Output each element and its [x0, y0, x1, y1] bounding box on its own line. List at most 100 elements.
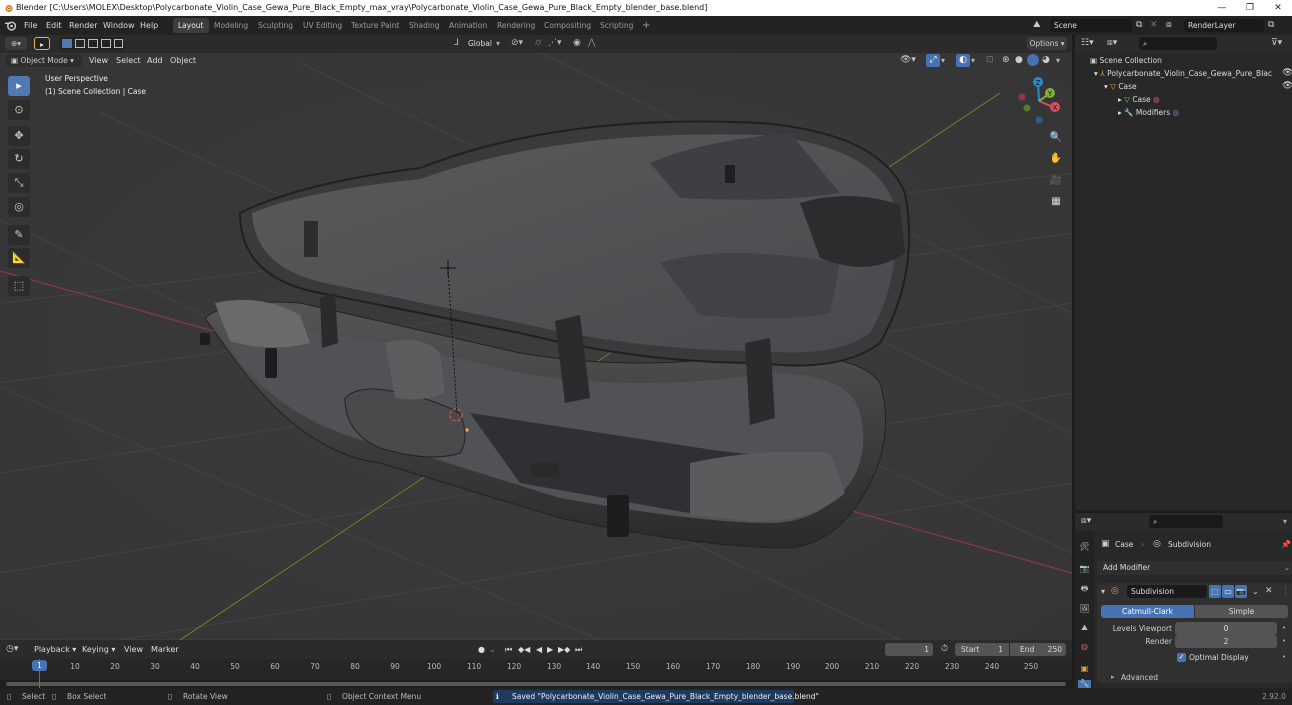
annotate-tool-icon[interactable]: ✎	[8, 225, 30, 245]
play-reverse-icon[interactable]: ◀	[536, 643, 542, 656]
advanced-subpanel[interactable]: Advanced	[1121, 671, 1158, 684]
jump-start-icon[interactable]: ⏮	[505, 643, 512, 656]
new-view-layer-icon[interactable]: ⧉	[1268, 19, 1274, 32]
perspective-toggle-icon[interactable]: ▦	[1046, 193, 1066, 211]
outliner-item-case[interactable]: ▾ ▽ Case	[1104, 80, 1137, 93]
world-tab-icon[interactable]: ◍	[1078, 640, 1091, 653]
timeline-menu-marker[interactable]: Marker	[151, 643, 179, 656]
timeline-menu-keying[interactable]: Keying ▾	[82, 643, 115, 656]
timeline-menu-view[interactable]: View	[124, 643, 143, 656]
timeline-editor-type-icon[interactable]: ◷▾	[6, 643, 18, 656]
menu-window[interactable]: Window	[103, 16, 135, 35]
material-preview-shading-icon[interactable]	[1027, 54, 1039, 66]
snap-icon[interactable]: ⌭	[535, 37, 541, 50]
camera-view-icon[interactable]: 🎥	[1046, 172, 1066, 190]
gizmo-toggle-icon[interactable]: ⤢	[926, 54, 940, 67]
add-cube-tool-icon[interactable]: ⬚	[8, 276, 30, 296]
outliner-item-polycarbonate[interactable]: ▾ ⅄ Polycarbonate_Violin_Case_Gewa_Pure_…	[1094, 67, 1292, 80]
viewport-menu-view[interactable]: View	[89, 54, 108, 67]
pin-icon[interactable]: 📌	[1281, 538, 1291, 551]
object-tab-icon[interactable]: ▣	[1078, 662, 1091, 675]
tab-rendering[interactable]: Rendering	[492, 18, 540, 33]
expand-chevron-icon[interactable]: ▸	[1111, 671, 1115, 684]
tab-animation[interactable]: Animation	[444, 18, 492, 33]
select-box-tool-icon[interactable]: ▸	[8, 76, 30, 96]
select-new-icon[interactable]	[62, 39, 72, 48]
keyframe-dot-icon[interactable]: •	[1282, 635, 1286, 648]
outliner-item-case-mesh[interactable]: ▸ ▽ Case ◍	[1118, 93, 1160, 106]
jump-end-icon[interactable]: ⏭	[575, 643, 582, 656]
visibility-eye-icon[interactable]: 👁	[1282, 80, 1292, 93]
editor-type-button[interactable]: ⊕▾	[5, 37, 27, 50]
viewport-menu-add[interactable]: Add	[147, 54, 163, 67]
preview-range-clock-icon[interactable]: ⏱	[941, 643, 948, 656]
viewport-toggle-icon[interactable]: ▭	[1222, 585, 1234, 598]
render-toggle-icon[interactable]: 📷	[1235, 585, 1247, 598]
view-layer-tab-icon[interactable]: 🖼	[1078, 602, 1091, 615]
scale-tool-icon[interactable]: ⤡	[8, 173, 30, 193]
scrollbar-thumb[interactable]	[6, 682, 1066, 686]
edit-mode-toggle-icon[interactable]: ⬚	[1209, 585, 1221, 598]
proportional-falloff-icon[interactable]: ⋀	[588, 37, 595, 50]
viewport-menu-object[interactable]: Object	[170, 54, 196, 67]
view-layer-field[interactable]: RenderLayer	[1184, 19, 1264, 32]
menu-file[interactable]: File	[24, 16, 37, 35]
new-scene-icon[interactable]: ⧉	[1136, 19, 1142, 32]
add-workspace-button[interactable]: +	[637, 18, 655, 33]
transform-tool-icon[interactable]: ◎	[8, 197, 30, 217]
start-frame-field[interactable]: Start 1	[955, 643, 1009, 656]
catmull-clark-tab[interactable]: Catmull-Clark	[1101, 605, 1194, 618]
modifier-name-field[interactable]: Subdivision	[1127, 585, 1207, 598]
properties-search-input[interactable]: ⌕	[1149, 515, 1223, 528]
scene-name-field[interactable]: Scene	[1050, 19, 1132, 32]
remove-modifier-icon[interactable]: ✕	[1265, 585, 1273, 598]
keyframe-dot-icon[interactable]: •	[1282, 651, 1286, 664]
tab-shading[interactable]: Shading	[404, 18, 444, 33]
outliner-search-input[interactable]: ⌕	[1139, 37, 1217, 50]
menu-edit[interactable]: Edit	[46, 16, 62, 35]
proportional-edit-icon[interactable]: ◉	[573, 37, 581, 50]
end-frame-field[interactable]: End 250	[1010, 643, 1066, 656]
keyframe-dot-icon[interactable]: •	[1282, 622, 1286, 635]
xray-toggle-icon[interactable]: ⊡	[986, 54, 994, 67]
overlays-toggle-icon[interactable]: ◐	[956, 54, 970, 67]
drag-handle-icon[interactable]: ⋮	[1281, 585, 1290, 598]
chevron-down-icon[interactable]: ⌄	[489, 643, 496, 656]
chevron-down-icon[interactable]: ▾	[1056, 54, 1060, 67]
render-levels-field[interactable]: 2	[1175, 635, 1277, 648]
collapse-chevron-icon[interactable]: ▾	[1101, 585, 1105, 598]
menu-render[interactable]: Render	[69, 16, 97, 35]
tab-scripting[interactable]: Scripting	[595, 18, 638, 33]
3d-viewport[interactable]: ▣ Object Mode ▾ View Select Add Object 👁…	[0, 53, 1072, 640]
solid-shading-icon[interactable]: ●	[1015, 54, 1023, 67]
chevron-down-icon[interactable]: ⌄	[1252, 585, 1259, 598]
rendered-shading-icon[interactable]: ◕	[1042, 54, 1050, 67]
viewport-menu-select[interactable]: Select	[116, 54, 141, 67]
object-mode-dropdown[interactable]: ▣ Object Mode ▾	[6, 54, 82, 67]
current-frame-field[interactable]: 1	[885, 643, 933, 656]
menu-help[interactable]: Help	[140, 16, 158, 35]
visibility-eye-icon[interactable]: 👁	[1282, 67, 1292, 80]
delete-scene-icon[interactable]: ✕	[1150, 19, 1158, 32]
filter-icon[interactable]: ⊽▾	[1271, 37, 1282, 50]
levels-viewport-field[interactable]: 0	[1175, 622, 1277, 635]
simple-tab[interactable]: Simple	[1195, 605, 1288, 618]
tool-tab-icon[interactable]: 🛠	[1078, 540, 1091, 553]
play-icon[interactable]: ▶	[547, 643, 553, 656]
display-mode-icon[interactable]: ⧈▾	[1107, 37, 1117, 50]
select-tool-icon[interactable]: ▸	[34, 37, 50, 50]
outliner-item-modifiers[interactable]: ▸ 🔧 Modifiers ◎	[1118, 106, 1179, 119]
navigation-gizmo[interactable]: Z X Y	[1013, 75, 1065, 127]
timeline-menu-playback[interactable]: Playback ▾	[34, 643, 76, 656]
tab-modeling[interactable]: Modeling	[209, 18, 253, 33]
chevron-down-icon[interactable]: ▾	[941, 54, 945, 67]
tab-texture-paint[interactable]: Texture Paint	[346, 18, 404, 33]
jump-next-keyframe-icon[interactable]: ▶◆	[558, 643, 570, 656]
tab-uv-editing[interactable]: UV Editing	[298, 18, 347, 33]
select-intersect-icon[interactable]	[114, 39, 123, 48]
add-modifier-dropdown[interactable]: Add Modifier ⌄	[1097, 561, 1292, 575]
scene-tab-icon[interactable]: ⛰	[1078, 621, 1091, 634]
jump-prev-keyframe-icon[interactable]: ◆◀	[518, 643, 530, 656]
view-layer-icon[interactable]: ⧈	[1166, 19, 1172, 32]
scene-icon[interactable]: ⛰	[1033, 19, 1047, 32]
